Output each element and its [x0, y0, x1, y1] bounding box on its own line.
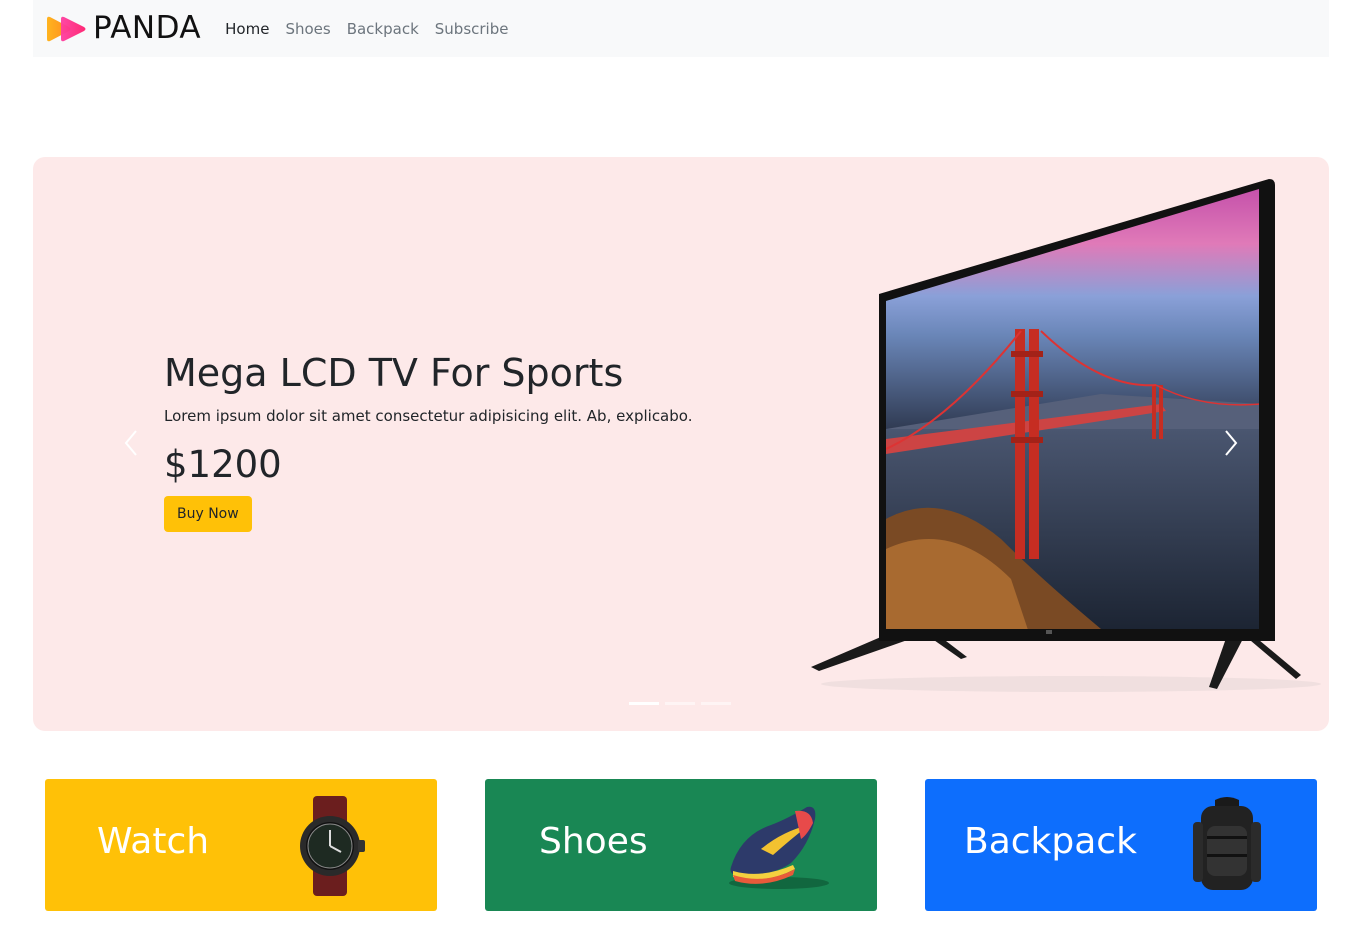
slide-content: Mega LCD TV For Sports Lorem ipsum dolor…	[164, 351, 724, 532]
category-card-backpack[interactable]: Backpack	[925, 779, 1317, 911]
carousel-prev-button[interactable]	[111, 423, 151, 463]
sneaker-icon	[729, 806, 829, 889]
nav-link-subscribe[interactable]: Subscribe	[427, 12, 517, 46]
brand-name: PANDA	[93, 10, 202, 46]
nav-link-backpack[interactable]: Backpack	[339, 12, 427, 46]
buy-now-button[interactable]: Buy Now	[164, 495, 252, 532]
slide-price: $1200	[164, 442, 282, 486]
carousel-next-button[interactable]	[1211, 423, 1251, 463]
carousel-indicator[interactable]	[629, 702, 659, 705]
carousel-indicator[interactable]	[665, 702, 695, 705]
brand-link[interactable]: PANDA	[45, 13, 201, 44]
backpack-icon	[1193, 797, 1261, 890]
slide-description: Lorem ipsum dolor sit amet consectetur a…	[164, 406, 693, 425]
chevron-left-icon	[124, 430, 137, 456]
slide-title: Mega LCD TV For Sports	[164, 351, 624, 395]
category-label: Shoes	[539, 821, 648, 862]
category-label: Backpack	[964, 821, 1137, 862]
panda-logo-icon	[47, 16, 86, 41]
category-label: Watch	[97, 821, 210, 862]
nav-link-home[interactable]: Home	[217, 12, 277, 46]
carousel-indicator[interactable]	[701, 702, 731, 705]
category-card-shoes[interactable]: Shoes	[485, 779, 877, 911]
category-card-watch[interactable]: Watch	[45, 779, 437, 911]
navbar: PANDA Home Shoes Backpack Subscribe	[33, 0, 1329, 57]
watch-icon	[300, 796, 365, 896]
nav-link-shoes[interactable]: Shoes	[277, 12, 338, 46]
nav-links: Home Shoes Backpack Subscribe	[217, 12, 516, 46]
hero-carousel: Mega LCD TV For Sports Lorem ipsum dolor…	[33, 157, 1329, 731]
chevron-right-icon	[1225, 430, 1238, 456]
carousel-indicators	[629, 702, 731, 705]
